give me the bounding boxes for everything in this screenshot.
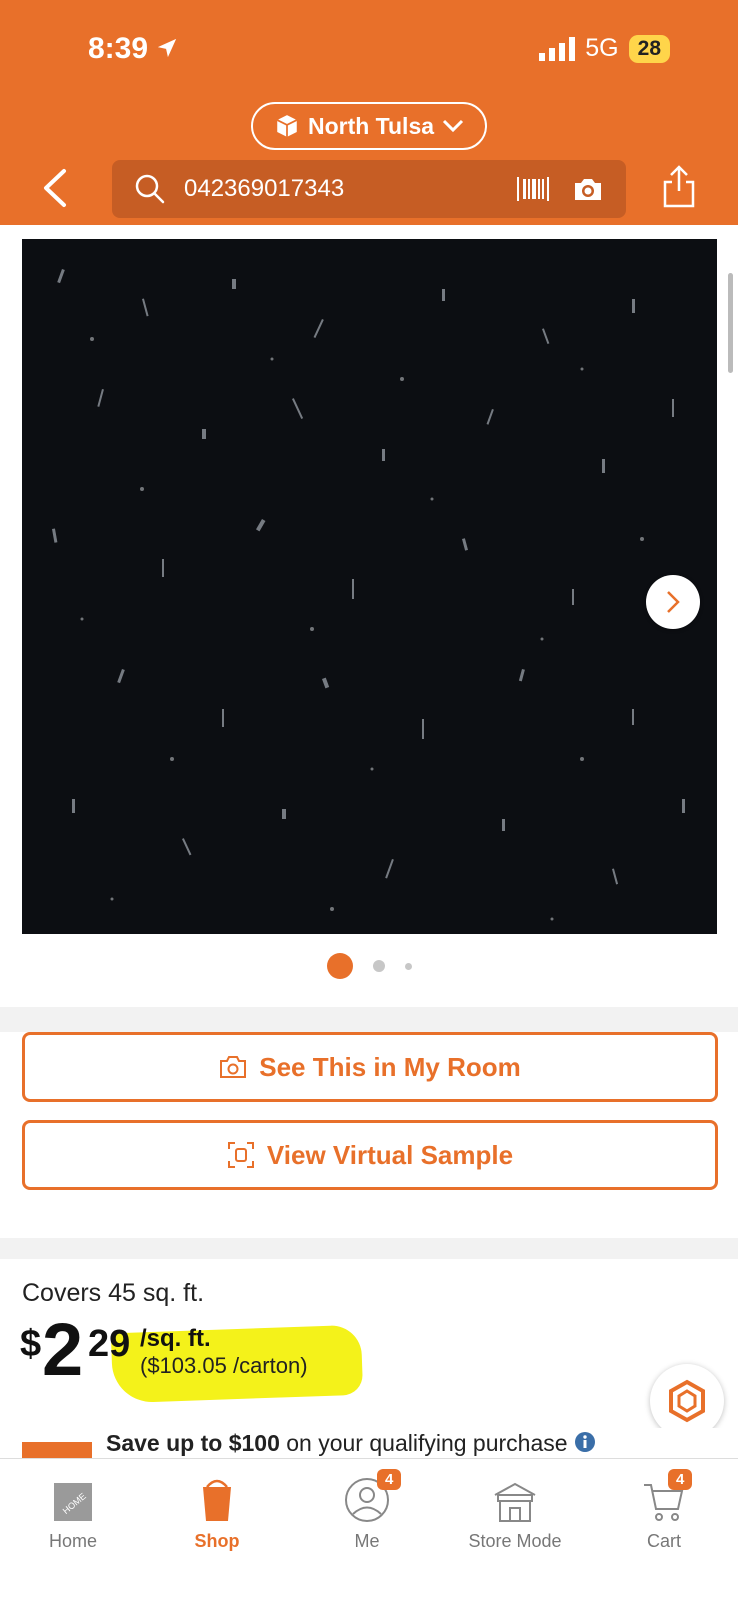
- see-in-my-room-button[interactable]: See This in My Room: [22, 1032, 718, 1102]
- gallery-pagination: [0, 953, 738, 979]
- ar-actions: See This in My Room View Virtual Sample: [0, 1032, 738, 1238]
- coverage-text: Covers 45 sq. ft.: [22, 1279, 205, 1307]
- status-indicators: 5G 28: [539, 34, 670, 63]
- tab-shop-label: Shop: [194, 1531, 240, 1551]
- package-icon: [276, 115, 298, 137]
- chevron-right-icon: [667, 591, 680, 613]
- price-currency: $: [20, 1323, 42, 1365]
- promo-banner[interactable]: Save up to $100 on your qualifying purch…: [0, 1428, 738, 1458]
- tab-me-label: Me: [354, 1531, 380, 1551]
- home-depot-logo-icon: HOME: [54, 1483, 92, 1521]
- promo-bold-text: Save up to $100: [106, 1430, 280, 1456]
- price-unit: /sq. ft.: [140, 1325, 211, 1352]
- tab-store-mode[interactable]: Store Mode: [455, 1473, 575, 1552]
- barcode-scan-icon[interactable]: [516, 175, 550, 203]
- store-selector[interactable]: North Tulsa: [251, 102, 487, 150]
- tab-shop[interactable]: Shop: [157, 1473, 277, 1552]
- price-dollars: 2: [42, 1308, 84, 1391]
- home-depot-card-icon: [22, 1442, 92, 1458]
- tab-store-mode-label: Store Mode: [468, 1531, 562, 1551]
- me-badge: 4: [377, 1469, 402, 1490]
- cart-badge: 4: [668, 1469, 693, 1490]
- tab-home[interactable]: HOME Home: [13, 1473, 133, 1552]
- bottom-tab-bar: HOME Home Shop 4 Me Store Mode 4 Cart: [0, 1458, 738, 1601]
- location-arrow-icon: [158, 38, 177, 58]
- network-label: 5G: [585, 34, 619, 62]
- camera-icon[interactable]: [572, 175, 604, 203]
- tab-cart-label: Cart: [646, 1531, 681, 1551]
- tab-cart[interactable]: 4 Cart: [604, 1469, 724, 1552]
- search-input[interactable]: 042369017343: [184, 175, 516, 203]
- view-virtual-sample-label: View Virtual Sample: [266, 1139, 514, 1170]
- help-chat-button[interactable]: [650, 1364, 724, 1438]
- status-time: 8:39: [88, 32, 178, 66]
- carton-price: ($103.05 /carton): [140, 1353, 308, 1378]
- share-icon[interactable]: [662, 165, 696, 209]
- signal-icon: [539, 36, 576, 61]
- search-bar[interactable]: 042369017343: [112, 160, 626, 218]
- chevron-down-icon: [442, 119, 464, 133]
- search-icon: [135, 174, 165, 204]
- next-image-button[interactable]: [646, 575, 700, 629]
- promo-text: on your qualifying purchase: [279, 1430, 568, 1456]
- scrollbar[interactable]: [728, 273, 733, 373]
- app-header: 8:39 5G 28 North Tulsa 042369017343: [0, 0, 738, 225]
- tile-texture: [52, 269, 685, 921]
- camera-outline-icon: [220, 1056, 247, 1078]
- tab-me[interactable]: 4 Me: [307, 1469, 427, 1552]
- shop-bucket-icon: [203, 1479, 231, 1521]
- virtual-sample-icon: [227, 1142, 254, 1168]
- orange-hexagon-logo-icon: [669, 1379, 705, 1423]
- store-icon: [494, 1482, 536, 1522]
- product-image[interactable]: [22, 239, 717, 934]
- pagination-dot[interactable]: [404, 962, 412, 970]
- see-in-my-room-label: See This in My Room: [259, 1051, 521, 1082]
- view-virtual-sample-button[interactable]: View Virtual Sample: [22, 1120, 718, 1190]
- product-gallery: [0, 225, 738, 1007]
- back-arrow-icon[interactable]: [38, 168, 72, 208]
- price-cents: 29: [88, 1323, 131, 1365]
- info-icon[interactable]: [574, 1431, 596, 1453]
- store-name: North Tulsa: [307, 112, 435, 139]
- battery-indicator: 28: [628, 34, 670, 63]
- pagination-dot[interactable]: [372, 960, 385, 972]
- tab-home-label: Home: [48, 1531, 97, 1551]
- pagination-dot-active[interactable]: [326, 953, 353, 979]
